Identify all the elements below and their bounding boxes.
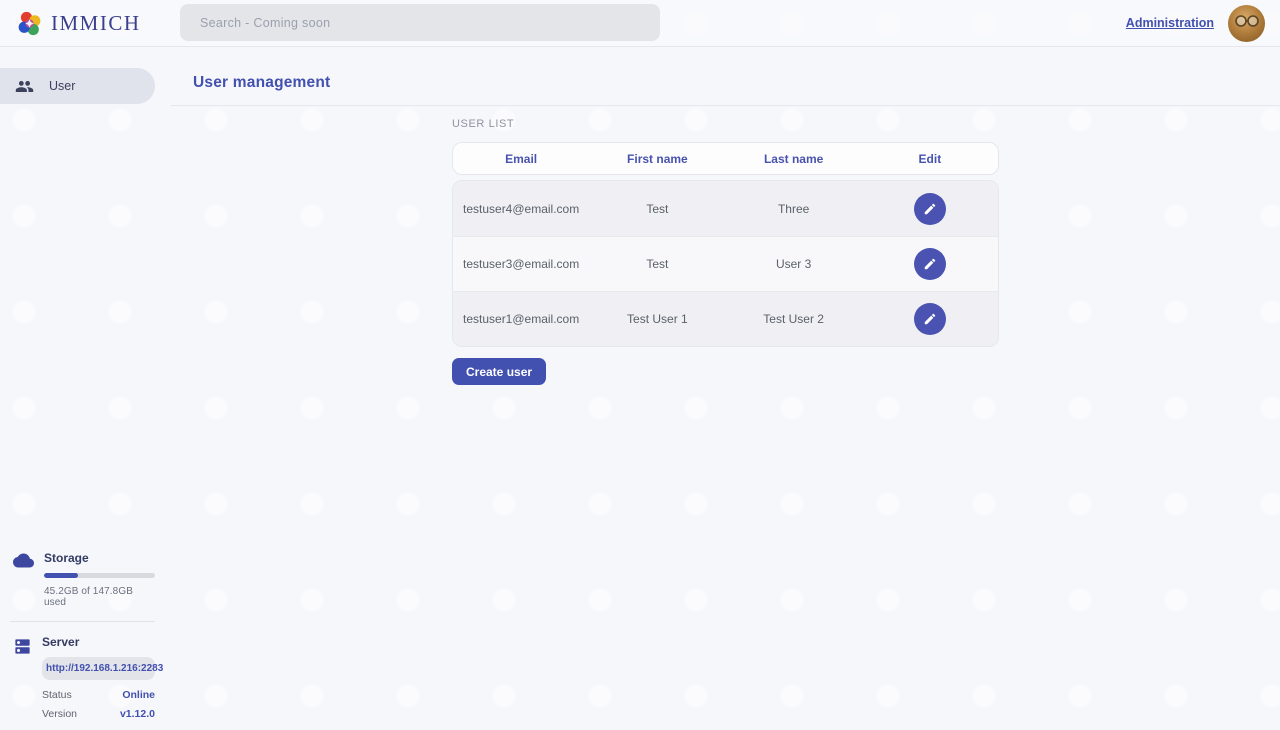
storage-usage-text: 45.2GB of 147.8GB used — [44, 586, 155, 608]
pencil-icon — [923, 202, 937, 216]
user-last-name: User 3 — [726, 257, 862, 271]
main-content: User management USER LIST Email First na… — [171, 47, 1280, 730]
page-titlebar: User management — [171, 47, 1280, 106]
user-last-name: Three — [726, 202, 862, 216]
storage-progress-fill — [44, 573, 78, 578]
user-table: Email First name Last name Edit testuser… — [452, 142, 999, 347]
user-email: testuser3@email.com — [453, 257, 589, 271]
sidebar-divider — [10, 621, 155, 622]
header-email: Email — [453, 152, 589, 166]
navbar-right: Administration — [1126, 5, 1280, 42]
table-row: testuser1@email.com Test User 1 Test Use… — [453, 291, 998, 346]
user-list-label: USER LIST — [452, 118, 1280, 130]
server-url-chip: http://192.168.1.216:2283 — [42, 657, 155, 680]
top-navbar: IMMICH Administration — [0, 0, 1280, 47]
pencil-icon — [923, 257, 937, 271]
edit-cell — [862, 193, 998, 225]
immich-logo-icon — [16, 10, 43, 37]
table-body: testuser4@email.com Test Three testuser3… — [452, 180, 999, 347]
sidebar-item-user[interactable]: User — [0, 68, 155, 104]
user-email: testuser1@email.com — [453, 312, 589, 326]
server-title: Server — [42, 635, 155, 649]
edit-user-button[interactable] — [914, 303, 946, 335]
sidebar-item-label: User — [49, 79, 75, 93]
search-input[interactable] — [180, 4, 660, 41]
server-version-row: Version v1.12.0 — [42, 708, 155, 720]
edit-cell — [862, 248, 998, 280]
storage-section: Storage 45.2GB of 147.8GB used — [0, 551, 155, 608]
user-avatar[interactable] — [1228, 5, 1265, 42]
status-value: Online — [122, 689, 155, 701]
sidebar-status-panel: Storage 45.2GB of 147.8GB used Server ht… — [0, 551, 155, 720]
page-title: User management — [193, 74, 330, 92]
version-value: v1.12.0 — [120, 708, 155, 720]
header-edit: Edit — [862, 152, 998, 166]
brand[interactable]: IMMICH — [0, 10, 164, 37]
header-first-name: First name — [589, 152, 725, 166]
user-last-name: Test User 2 — [726, 312, 862, 326]
brand-name: IMMICH — [51, 11, 141, 36]
administration-link[interactable]: Administration — [1126, 16, 1214, 30]
admin-sidebar: User Storage 45.2GB of 147.8GB used — [0, 47, 171, 730]
user-first-name: Test — [589, 202, 725, 216]
header-last-name: Last name — [726, 152, 862, 166]
user-first-name: Test — [589, 257, 725, 271]
table-row: testuser4@email.com Test Three — [453, 181, 998, 236]
table-header-row: Email First name Last name Edit — [452, 142, 999, 175]
edit-user-button[interactable] — [914, 193, 946, 225]
edit-user-button[interactable] — [914, 248, 946, 280]
table-row: testuser3@email.com Test User 3 — [453, 236, 998, 291]
server-status-row: Status Online — [42, 689, 155, 701]
version-label: Version — [42, 708, 77, 720]
storage-progress-bar — [44, 573, 155, 578]
cloud-icon — [13, 551, 34, 608]
user-first-name: Test User 1 — [589, 312, 725, 326]
search-bar — [180, 4, 660, 41]
server-section: Server http://192.168.1.216:2283 Status … — [0, 635, 155, 720]
server-icon — [13, 635, 32, 720]
users-icon — [15, 77, 34, 96]
storage-title: Storage — [44, 551, 155, 565]
user-email: testuser4@email.com — [453, 202, 589, 216]
create-user-button[interactable]: Create user — [452, 358, 546, 385]
status-label: Status — [42, 689, 72, 701]
pencil-icon — [923, 312, 937, 326]
edit-cell — [862, 303, 998, 335]
